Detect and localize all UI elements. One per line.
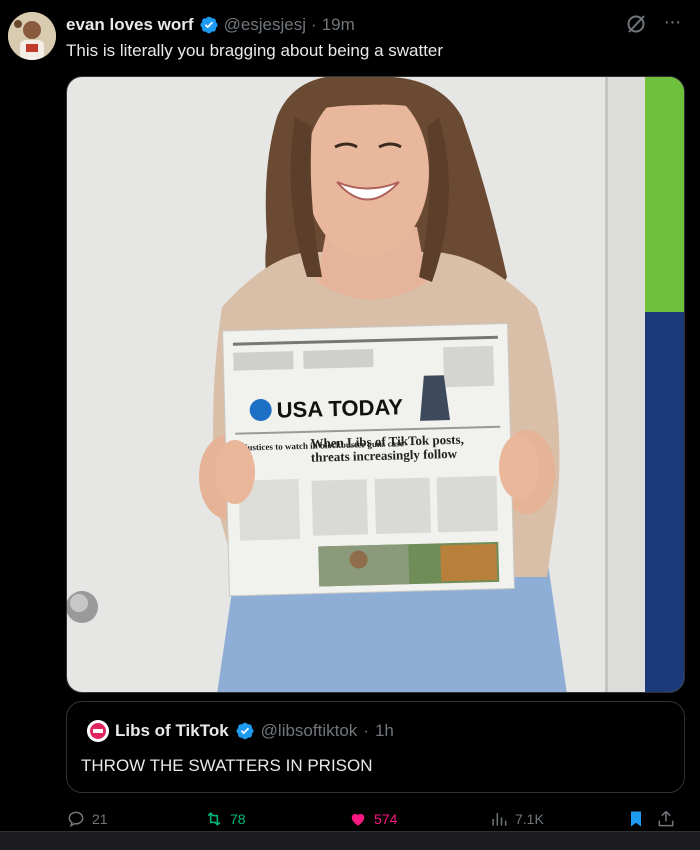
like-button[interactable]: 574	[348, 806, 397, 832]
share-button[interactable]	[656, 806, 676, 832]
views-icon	[492, 813, 507, 826]
reply-button[interactable]: 21	[66, 806, 108, 832]
tweet-header: evan loves worf @esjesjesj · 19m	[66, 14, 620, 36]
quoted-avatar[interactable]	[87, 720, 109, 742]
grok-icon[interactable]	[624, 12, 648, 36]
heart-icon	[351, 813, 365, 826]
quoted-tweet[interactable]: Libs of TikTok @libsoftiktok · 1h THROW …	[66, 701, 685, 793]
newspaper-masthead: USA TODAY	[276, 394, 403, 422]
photo-illustration: USA TODAY 3 justices to watch in blockbu…	[67, 77, 684, 692]
tweet-photo[interactable]: USA TODAY 3 justices to watch in blockbu…	[66, 76, 685, 693]
quoted-author-name[interactable]: Libs of TikTok	[115, 721, 229, 741]
avatar[interactable]	[8, 12, 56, 60]
more-icon[interactable]: ···	[660, 12, 684, 36]
repost-button[interactable]: 78	[204, 806, 246, 832]
timestamp[interactable]: 19m	[322, 15, 355, 35]
views-button[interactable]: 7.1K	[489, 806, 544, 832]
quoted-timestamp[interactable]: 1h	[375, 721, 394, 741]
bookmark-button[interactable]	[626, 806, 646, 832]
tweet-text: This is literally you bragging about bei…	[66, 41, 444, 60]
share-icon	[658, 810, 674, 827]
author-handle[interactable]: @esjesjesj	[224, 15, 306, 35]
like-count: 574	[374, 811, 398, 827]
view-count: 7.1K	[515, 811, 544, 827]
verified-badge-icon	[235, 721, 255, 741]
reply-count: 21	[92, 811, 108, 827]
quoted-tweet-text: THROW THE SWATTERS IN PRISON	[81, 756, 373, 775]
quoted-author-handle[interactable]: @libsoftiktok	[261, 721, 358, 741]
separator: ·	[363, 721, 369, 740]
repost-icon	[207, 812, 221, 826]
reply-icon	[68, 811, 84, 828]
quoted-tweet-header: Libs of TikTok @libsoftiktok · 1h	[87, 720, 394, 742]
author-name[interactable]: evan loves worf	[66, 15, 194, 35]
bookmark-icon	[631, 811, 641, 827]
bottom-bar	[0, 831, 700, 850]
newspaper-headline: When Libs of TikTok posts, threats incre…	[310, 431, 465, 465]
verified-badge-icon	[199, 15, 219, 35]
separator: ·	[311, 15, 317, 34]
action-bar: 21 78 574 7.1K	[66, 806, 686, 832]
tweet-card[interactable]: evan loves worf @esjesjesj · 19m ··· Thi…	[0, 0, 700, 830]
repost-count: 78	[230, 811, 246, 827]
